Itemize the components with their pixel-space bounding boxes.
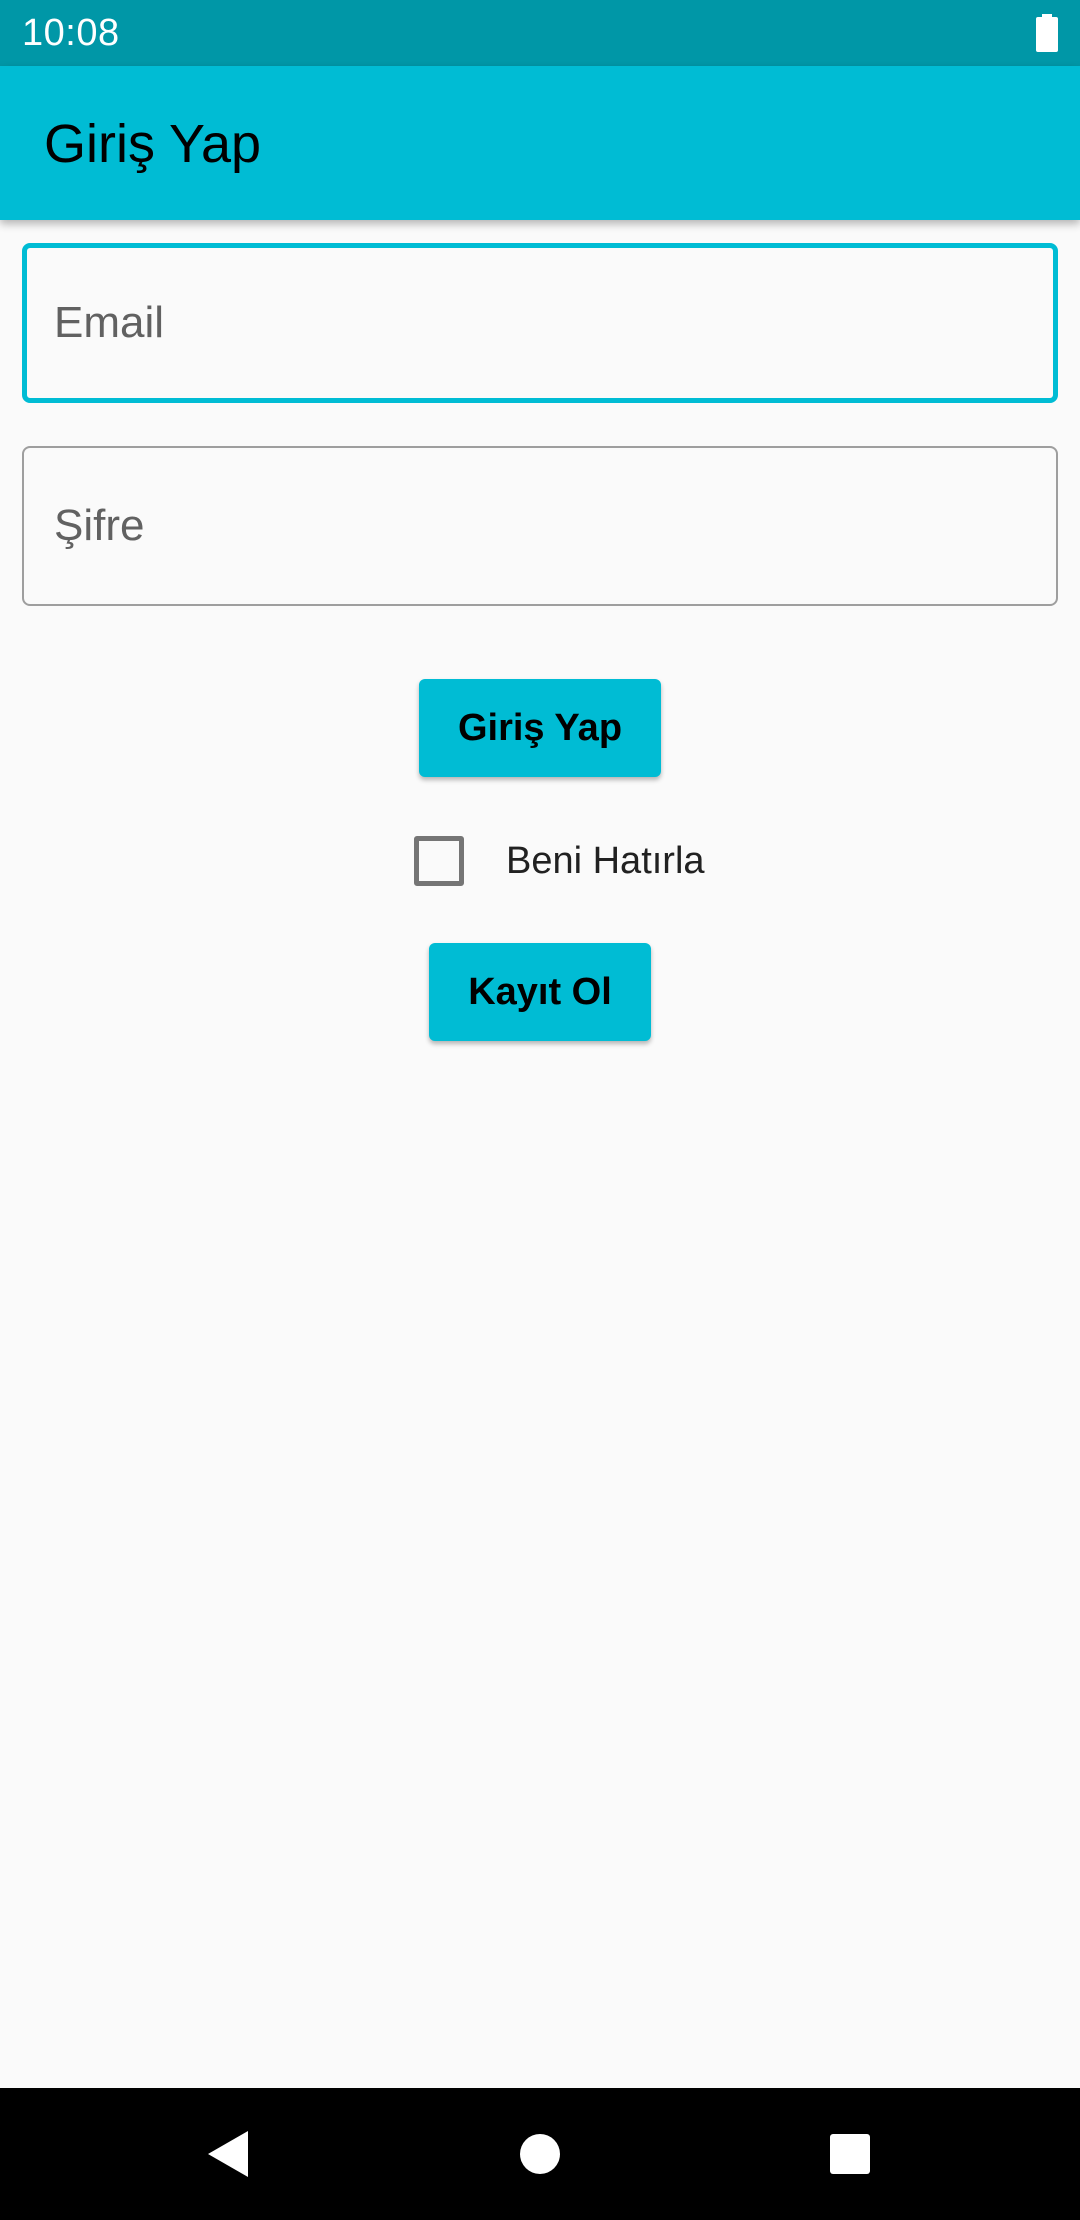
email-field[interactable] xyxy=(27,248,1053,398)
login-button[interactable]: Giriş Yap xyxy=(419,679,661,777)
remember-me-row: Beni Hatırla xyxy=(414,834,705,888)
back-triangle-icon xyxy=(208,2131,248,2177)
status-time: 10:08 xyxy=(22,12,120,54)
home-button[interactable] xyxy=(500,2114,580,2194)
page-title: Giriş Yap xyxy=(44,114,262,174)
password-field-container xyxy=(22,446,1058,606)
remember-me-checkbox[interactable] xyxy=(414,836,464,886)
email-field-container xyxy=(22,243,1058,403)
back-button[interactable] xyxy=(188,2114,268,2194)
recents-button[interactable] xyxy=(810,2114,890,2194)
home-circle-icon xyxy=(520,2134,560,2174)
remember-me-label[interactable]: Beni Hatırla xyxy=(506,840,705,883)
register-button[interactable]: Kayıt Ol xyxy=(429,943,651,1041)
recents-square-icon xyxy=(830,2134,870,2174)
app-bar: Giriş Yap xyxy=(0,66,1080,220)
status-bar: 10:08 xyxy=(0,0,1080,66)
password-field[interactable] xyxy=(24,448,1056,604)
navigation-bar xyxy=(0,2088,1080,2220)
battery-icon xyxy=(1036,14,1058,52)
